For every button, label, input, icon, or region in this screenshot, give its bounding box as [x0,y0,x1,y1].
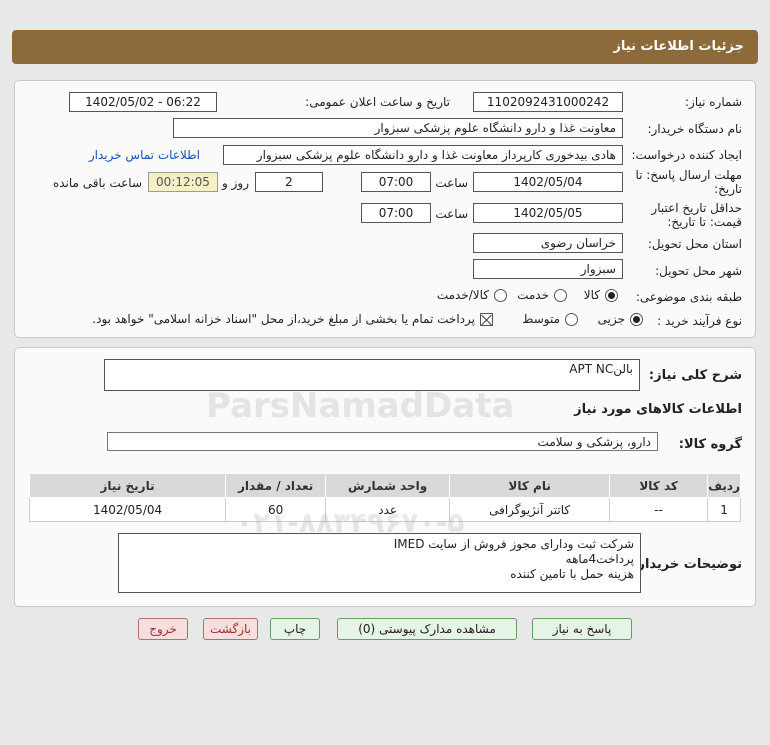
page-header: جزئیات اطلاعات نیاز [12,30,758,64]
deadline-date-field[interactable]: 1402/05/04 [473,172,623,192]
days-field[interactable]: 2 [255,172,323,192]
process-label: نوع فرآیند خرید : [657,314,742,328]
creator-field[interactable]: هادی بیدخوری کارپرداز معاونت غذا و دارو … [223,145,623,165]
print-button[interactable]: چاپ [270,618,320,640]
validity-time-field[interactable]: 07:00 [361,203,431,223]
goods-group-label: گروه کالا: [678,437,742,452]
col-row-header: ردیف [707,473,741,498]
days-label: روز و [222,176,249,190]
general-desc-label: شرح کلی نیاز: [648,368,742,383]
remaining-time-field: 00:12:05 [148,172,218,192]
col-qty-header: تعداد / مقدار [225,473,327,498]
deadline-time-field[interactable]: 07:00 [361,172,431,192]
remaining-label: ساعت باقی مانده [52,176,142,190]
category-option-goods-service[interactable]: کالا/خدمت [437,288,507,302]
contact-buyer-link[interactable]: اطلاعات تماس خریدار [89,148,200,162]
col-unit-header: واحد شمارش [325,473,451,498]
goods-info-title: اطلاعات کالاهای مورد نیاز [574,402,742,417]
process-option-medium[interactable]: متوسط [522,312,578,326]
reply-button[interactable]: پاسخ به نیاز [532,618,632,640]
city-field[interactable]: سبزوار [473,259,623,279]
deadline-label-2: تاریخ: [714,182,742,196]
validity-label-2: قیمت: تا تاریخ: [667,215,742,229]
buyer-notes-label: توضیحات خریدار: [632,557,742,572]
table-row[interactable]: 1 -- کاتتر آنژیوگرافی عدد 60 1402/05/04 [28,497,741,522]
cell-code: -- [609,497,709,522]
process-option-minor[interactable]: جزیی [598,312,643,326]
checkbox-checked-icon[interactable] [480,312,493,326]
need-number-label: شماره نیاز: [685,95,742,109]
radio-icon[interactable] [554,288,567,302]
buyer-org-label: نام دستگاه خریدار: [647,122,743,136]
need-number-field[interactable]: 1102092431000242 [473,92,623,112]
radio-selected-icon[interactable] [630,312,643,326]
deadline-time-label: ساعت [435,176,468,190]
payment-checkbox-option[interactable]: پرداخت تمام یا بخشی از مبلغ خرید،از محل … [92,312,493,326]
announce-field[interactable]: 1402/05/02 - 06:22 [69,92,217,112]
buyer-org-field[interactable]: معاونت غذا و دارو دانشگاه علوم پزشکی سبز… [173,118,623,138]
creator-label: ایجاد کننده درخواست: [631,148,742,162]
category-option-goods[interactable]: کالا [584,288,618,302]
back-button[interactable]: بازگشت [203,618,258,640]
city-label: شهر محل تحویل: [655,264,742,278]
radio-selected-icon[interactable] [605,288,618,302]
province-field[interactable]: خراسان رضوی [473,233,623,253]
goods-group-field[interactable]: دارو، پزشکی و سلامت [107,432,658,451]
general-desc-field[interactable]: بالنAPT NC [104,359,640,391]
validity-label-1: حداقل تاریخ اعتبار [651,201,742,215]
goods-table: ردیف کد کالا نام کالا واحد شمارش تعداد /… [28,473,741,522]
page-title: جزئیات اطلاعات نیاز [613,39,744,54]
attachments-button[interactable]: مشاهده مدارک پیوستی (0) [337,618,517,640]
cell-row: 1 [707,497,741,522]
exit-button[interactable]: خروج [138,618,188,640]
table-header-row: ردیف کد کالا نام کالا واحد شمارش تعداد /… [28,473,741,498]
deadline-label-1: مهلت ارسال پاسخ: تا [635,168,742,182]
radio-icon[interactable] [494,288,507,302]
col-code-header: کد کالا [609,473,709,498]
validity-date-field[interactable]: 1402/05/05 [473,203,623,223]
radio-icon[interactable] [565,312,578,326]
col-name-header: نام کالا [449,473,611,498]
announce-label: تاریخ و ساعت اعلان عمومی: [305,95,450,109]
buyer-notes-field[interactable]: شرکت ثبت ودارای مجوز فروش از سایت IMED پ… [118,533,641,593]
col-date-header: تاریخ نیاز [28,473,227,498]
cell-name: کاتتر آنژیوگرافی [449,497,611,522]
category-option-service[interactable]: خدمت [517,288,567,302]
province-label: استان محل تحویل: [647,237,742,251]
validity-time-label: ساعت [435,207,468,221]
category-label: طبقه بندی موضوعی: [635,290,742,304]
cell-unit: عدد [325,497,451,522]
cell-date: 1402/05/04 [28,497,227,522]
cell-qty: 60 [225,497,327,522]
